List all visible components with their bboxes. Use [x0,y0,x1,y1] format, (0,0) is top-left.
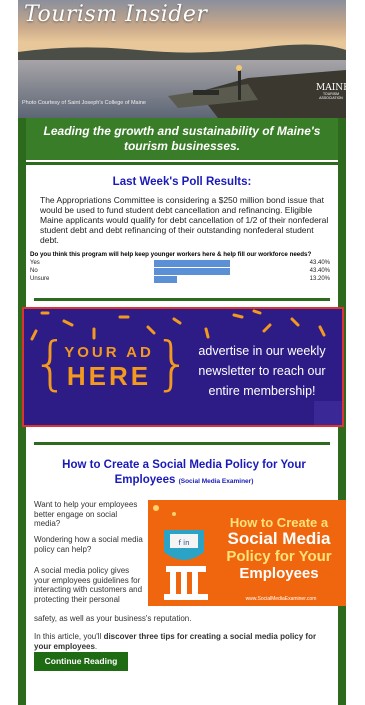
poll-bar [154,260,231,267]
poll-intro: The Appropriations Committee is consider… [40,195,329,245]
ad-description: advertise in our weekly newsletter to re… [198,344,326,398]
poll-row-no: No 43.40% [30,268,330,275]
poll-row-yes: Yes 43.40% [30,260,330,267]
advertise-banner[interactable]: { } YOUR AD HERE advertise in our weekly… [22,307,344,427]
article-paragraph-3a: A social media policy gives your employe… [34,566,143,604]
article-image-line4: Employees [239,565,319,582]
section-divider [34,298,330,301]
article-image-line2: Social Media [227,529,331,548]
ad-headline-line2: HERE [66,361,152,391]
article-p4-lead: In this article, you'll [34,632,104,641]
ad-headline-line1: YOUR AD [64,344,154,361]
continue-reading-button[interactable]: Continue Reading [34,652,128,671]
poll-title: Last Week's Poll Results: [112,176,252,188]
article-image[interactable]: f in How to Create a Social Media Policy… [148,500,346,606]
poll-percent: 13.20% [309,276,330,282]
poll-bar [154,276,178,283]
article-p4-end: . [94,641,98,651]
poll-option-label: Yes [30,260,40,266]
poll-percent: 43.40% [309,260,330,266]
hero-banner: Tourism Insider Photo Courtesy of Saint … [18,0,346,118]
article-image-url: www.SocialMediaExaminer.com [245,596,317,602]
article-image-line1: How to Create a [229,515,329,530]
poll-row-unsure: Unsure 13.20% [30,276,330,283]
article-image-line3: Policy for Your [226,548,332,565]
logo-subtext: TOURISM ASSOCIATION [319,92,343,100]
poll-question: Do you think this program will help keep… [30,251,312,258]
tagline-banner: Leading the growth and sustainability of… [26,118,338,160]
article-paragraph-4: In this article, you'll discover three t… [34,632,334,651]
poll-percent: 43.40% [309,268,330,274]
poll-bar [154,268,231,275]
article-paragraph-2: Wondering how a social media policy can … [34,535,143,554]
svg-text:f in: f in [178,539,189,547]
article-paragraph-3b: safety, as well as your business's reput… [34,614,192,623]
article-paragraph-1: Want to help your employees better engag… [34,500,138,528]
poll-option-label: No [30,268,38,274]
section-divider [26,162,338,165]
article-title[interactable]: How to Create a Social Media Policy for … [34,458,334,489]
poll-option-label: Unsure [30,276,50,282]
section-divider [34,442,330,445]
photo-credit: Photo Courtesy of Saint Joseph's College… [22,100,146,106]
newsletter-title: Tourism Insider [24,2,208,27]
article-source: (Social Media Examiner) [178,478,254,485]
maine-tourism-logo: MAINE TOURISM ASSOCIATION [316,84,346,100]
